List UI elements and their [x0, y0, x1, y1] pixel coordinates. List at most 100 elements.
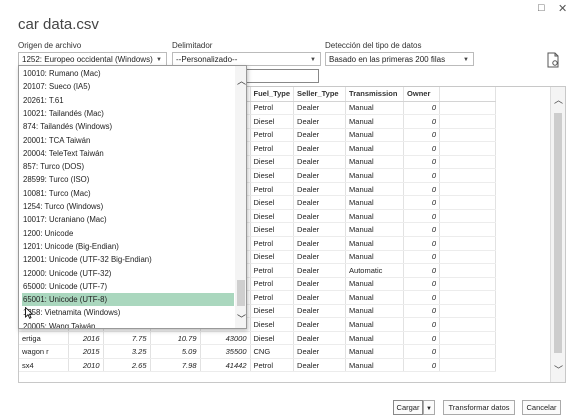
table-cell — [439, 317, 497, 332]
dropdown-scrollbar[interactable]: ︿ ﹀ — [235, 66, 246, 328]
table-cell: Dealer — [293, 236, 347, 251]
table-cell: Diesel — [250, 317, 295, 332]
table-cell: ertiga — [19, 331, 69, 346]
table-cell: 41442 — [200, 358, 251, 373]
table-cell: Dealer — [293, 250, 347, 265]
table-cell: 0 — [403, 250, 441, 265]
table-cell: 0 — [403, 141, 441, 156]
dropdown-option[interactable]: 20001: TCA Taiwán — [22, 134, 234, 147]
dropdown-option[interactable]: 12001: Unicode (UTF-32 Big-Endian) — [22, 253, 234, 266]
cancel-button[interactable]: Cancelar — [522, 400, 561, 415]
table-cell: Diesel — [250, 304, 295, 319]
table-cell: Dealer — [293, 277, 347, 292]
table-cell: Dealer — [293, 304, 347, 319]
table-cell: Manual — [345, 236, 405, 251]
dropdown-option[interactable]: 12000: Unicode (UTF-32) — [22, 267, 234, 280]
table-cell: Manual — [345, 101, 405, 116]
table-cell: Dealer — [293, 317, 347, 332]
dropdown-option[interactable]: 1258: Vietnamita (Windows) — [22, 306, 234, 319]
table-cell: Manual — [345, 209, 405, 224]
window-title: car data.csv — [18, 16, 99, 33]
table-cell: Dealer — [293, 209, 347, 224]
scroll-thumb[interactable] — [554, 113, 562, 353]
table-cell: Dealer — [293, 141, 347, 156]
table-cell: 3.25 — [103, 344, 151, 359]
scroll-down-icon[interactable]: ﹀ — [237, 312, 246, 325]
table-cell: Manual — [345, 168, 405, 183]
table-cell: Dealer — [293, 128, 347, 143]
dropdown-option[interactable]: 20261: T.61 — [22, 94, 234, 107]
dropdown-option[interactable]: 1200: Unicode — [22, 227, 234, 240]
close-icon[interactable]: ✕ — [558, 2, 567, 15]
scroll-down-icon[interactable]: ﹀ — [554, 363, 563, 376]
table-cell: Dealer — [293, 222, 347, 237]
load-options-button[interactable]: ▼ — [423, 400, 435, 415]
dropdown-option[interactable]: 20107: Sueco (IA5) — [22, 80, 234, 93]
encoding-dropdown-list[interactable]: 10010: Rumano (Mac) 20107: Sueco (IA5) 202… — [18, 65, 247, 329]
dropdown-option[interactable]: 20004: TeleText Taiwán — [22, 147, 234, 160]
table-cell — [439, 236, 497, 251]
table-cell: 43000 — [200, 331, 251, 346]
detection-label: Detección del tipo de datos — [325, 41, 422, 50]
transform-data-button[interactable]: Transformar datos — [443, 400, 515, 415]
table-cell — [439, 331, 497, 346]
dropdown-option[interactable]: 1254: Turco (Windows) — [22, 200, 234, 213]
table-cell: 7.98 — [150, 358, 201, 373]
column-header[interactable] — [439, 87, 497, 102]
dropdown-option[interactable]: 874: Tailandés (Windows) — [22, 120, 234, 133]
dropdown-option[interactable]: 1201: Unicode (Big-Endian) — [22, 240, 234, 253]
table-cell: 2016 — [68, 331, 104, 346]
file-settings-icon[interactable] — [546, 52, 560, 68]
table-cell: 2010 — [68, 358, 104, 373]
dropdown-option[interactable]: 857: Turco (DOS) — [22, 160, 234, 173]
table-cell — [439, 222, 497, 237]
dropdown-option[interactable]: 20005: Wang Taiwán — [22, 320, 234, 328]
table-cell: Manual — [345, 277, 405, 292]
table-cell: 0 — [403, 168, 441, 183]
table-cell: Petrol — [250, 141, 295, 156]
scroll-thumb[interactable] — [237, 280, 245, 306]
table-cell: Dealer — [293, 155, 347, 170]
table-cell — [439, 101, 497, 116]
column-header[interactable]: Fuel_Type — [250, 87, 295, 102]
table-cell: 0 — [403, 290, 441, 305]
dropdown-option[interactable]: 65000: Unicode (UTF-7) — [22, 280, 234, 293]
table-cell: Diesel — [250, 168, 295, 183]
dropdown-option[interactable]: 10017: Ucraniano (Mac) — [22, 213, 234, 226]
table-cell: Petrol — [250, 128, 295, 143]
table-cell: Manual — [345, 155, 405, 170]
table-cell: 0 — [403, 304, 441, 319]
origin-select[interactable]: 1252: Europeo occidental (Windows) ▼ — [18, 52, 167, 66]
detection-select[interactable]: Basado en las primeras 200 filas ▼ — [325, 52, 474, 66]
dropdown-option[interactable]: 10021: Tailandés (Mac) — [22, 107, 234, 120]
table-cell: Manual — [345, 317, 405, 332]
table-cell: 2.65 — [103, 358, 151, 373]
table-cell: 0 — [403, 114, 441, 129]
table-cell — [439, 250, 497, 265]
load-button[interactable]: Cargar — [393, 400, 423, 415]
column-header[interactable]: Transmission — [345, 87, 405, 102]
scroll-up-icon[interactable]: ︿ — [237, 74, 246, 87]
table-cell — [439, 195, 497, 210]
table-row: ertiga 2016 7.75 10.79 43000 Diesel Dealer Manu… — [19, 331, 497, 346]
custom-delimiter-input[interactable] — [245, 69, 319, 83]
table-row: sx4 2010 2.65 7.98 41442 Petrol Dealer Manual 0 — [19, 358, 497, 373]
scroll-up-icon[interactable]: ︿ — [554, 93, 563, 106]
table-cell: Manual — [345, 222, 405, 237]
column-header[interactable]: Seller_Type — [293, 87, 347, 102]
table-cell: 0 — [403, 317, 441, 332]
dropdown-option[interactable]: 28599: Turco (ISO) — [22, 173, 234, 186]
column-header[interactable]: Owner — [403, 87, 441, 102]
table-cell: Manual — [345, 358, 405, 373]
dropdown-option[interactable]: 65001: Unicode (UTF-8) — [22, 293, 234, 307]
table-cell: Dealer — [293, 182, 347, 197]
table-scrollbar[interactable]: ︿ ﹀ — [550, 87, 565, 382]
table-cell — [439, 277, 497, 292]
dropdown-option[interactable]: 10081: Turco (Mac) — [22, 187, 234, 200]
delimiter-select[interactable]: --Personalizado-- ▼ — [172, 52, 321, 66]
restore-icon[interactable]: □ — [538, 2, 545, 14]
dropdown-option[interactable]: 10010: Rumano (Mac) — [22, 67, 234, 80]
table-cell: Dealer — [293, 290, 347, 305]
table-cell: 0 — [403, 222, 441, 237]
table-cell — [439, 263, 497, 278]
